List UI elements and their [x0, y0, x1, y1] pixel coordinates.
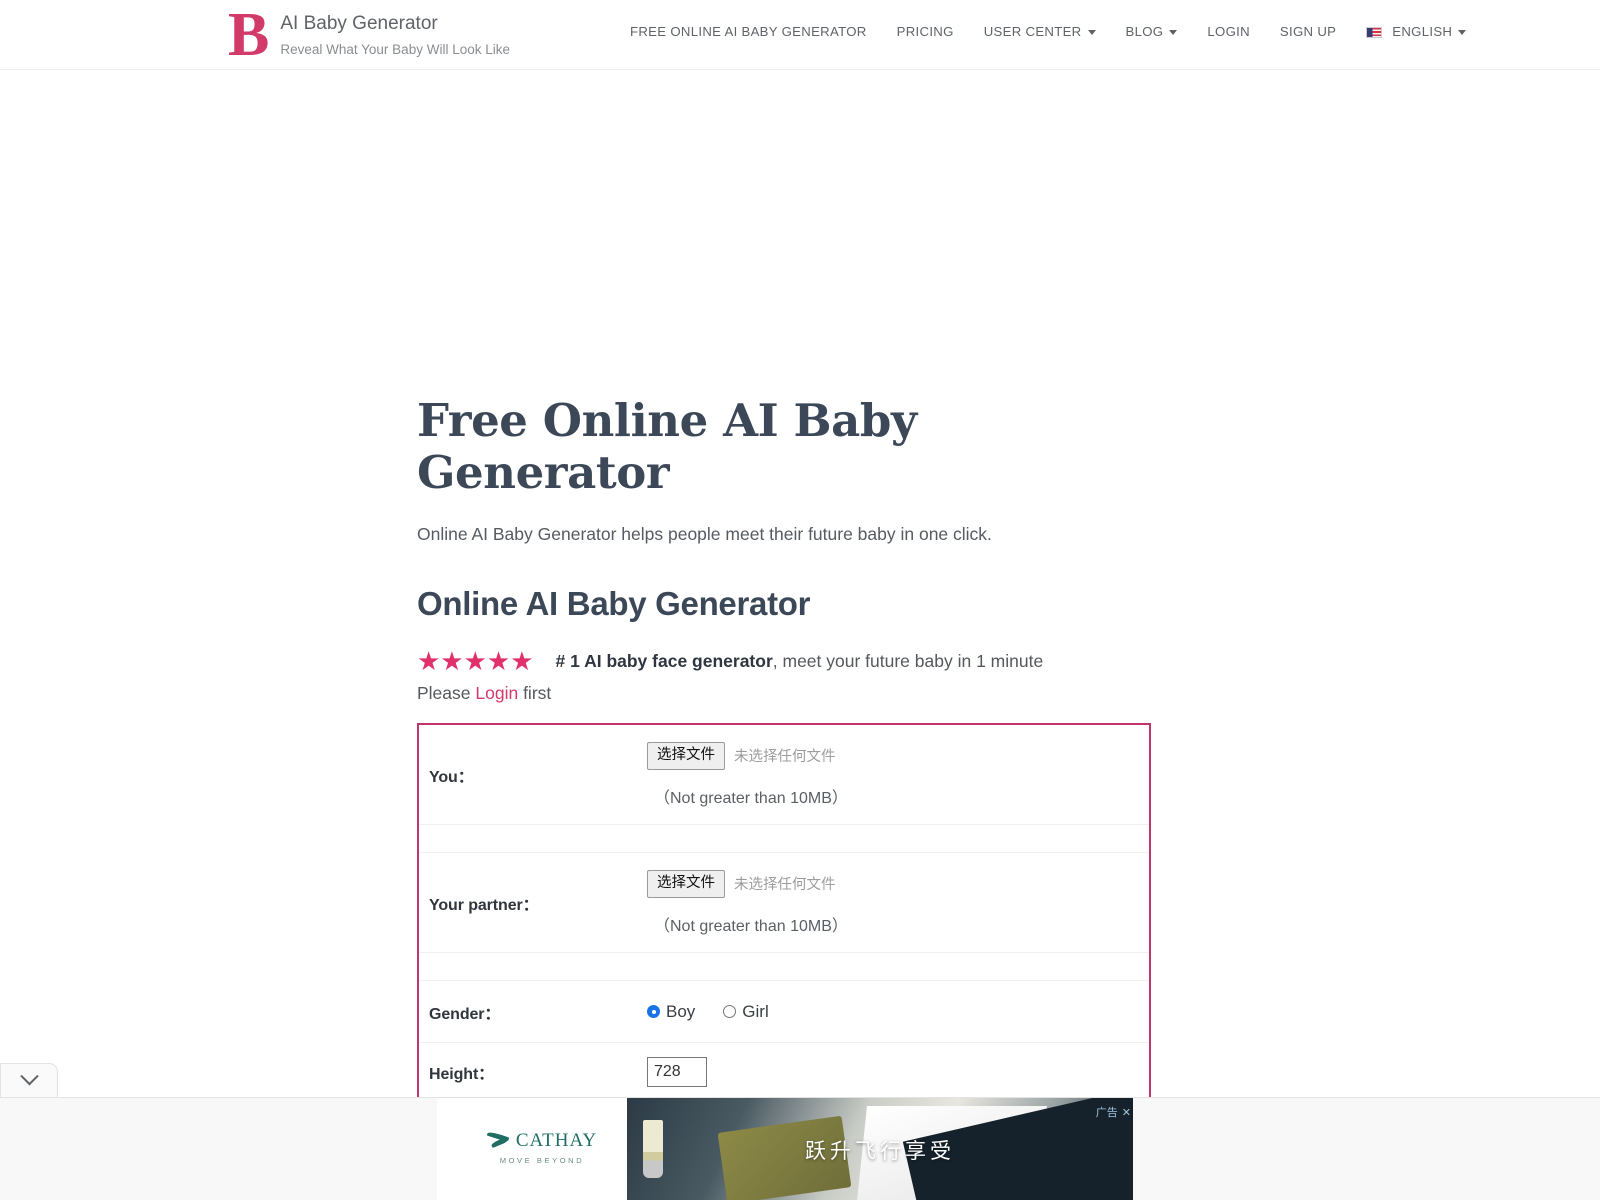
field-you-upload: 选择文件 未选择任何文件 （Not greater than 10MB）	[647, 741, 1149, 808]
gender-option-boy[interactable]: Boy	[647, 1002, 695, 1022]
rating-row: ★★★★★ # 1 AI baby face generator, meet y…	[417, 648, 1157, 674]
page-title: Free Online AI Baby Generator	[417, 394, 917, 499]
file-input-partner[interactable]: 选择文件 未选择任何文件	[647, 869, 1149, 898]
form-row-gender: Gender： Boy Girl	[419, 981, 1149, 1043]
choose-file-button[interactable]: 选择文件	[647, 869, 725, 898]
nav-label: FREE ONLINE AI BABY GENERATOR	[630, 24, 867, 39]
label-you: You：	[429, 768, 474, 786]
gender-radio-group: Boy Girl	[647, 1002, 1149, 1022]
label-gender: Gender：	[429, 1005, 501, 1023]
rating-tagline: # 1 AI baby face generator, meet your fu…	[556, 649, 1044, 673]
nav-item-free-online-ai-baby-generator[interactable]: FREE ONLINE AI BABY GENERATOR	[630, 24, 882, 39]
gender-option-girl[interactable]: Girl	[723, 1001, 769, 1022]
page-root: B AI Baby Generator Reveal What Your Bab…	[0, 0, 1600, 1200]
field-height	[647, 1056, 1149, 1087]
collapse-panel-tab[interactable]	[0, 1063, 58, 1097]
chevron-down-icon	[19, 1067, 39, 1086]
chevron-down-icon	[1169, 30, 1178, 35]
file-input-you[interactable]: 选择文件 未选择任何文件	[647, 741, 1149, 770]
ad-brand-name: CATHAY	[515, 1130, 598, 1151]
file-status-text: 未选择任何文件	[734, 877, 836, 893]
ad-creative-image[interactable]: 跃升飞行享受	[627, 1098, 1133, 1200]
nav-label: LOGIN	[1207, 24, 1250, 39]
brand-block[interactable]: B AI Baby Generator Reveal What Your Bab…	[228, 1, 510, 69]
ad-slot[interactable]: CATHAY MOVE BEYOND 跃升飞行享受 广告 ✕	[437, 1098, 1133, 1200]
page-lede: Online AI Baby Generator helps people me…	[417, 524, 992, 544]
brand-text: AI Baby Generator Reveal What Your Baby …	[280, 4, 510, 60]
chevron-down-icon	[1087, 30, 1096, 35]
choose-file-button[interactable]: 选择文件	[647, 741, 725, 770]
close-icon[interactable]: ✕	[1122, 1106, 1131, 1119]
section-title: Online AI Baby Generator	[417, 585, 811, 622]
form-row-you: You： 选择文件 未选择任何文件 （Not greater than 10MB…	[419, 725, 1149, 825]
nav-item-language-english[interactable]: ENGLISH	[1351, 24, 1481, 39]
login-link[interactable]: Login	[475, 683, 518, 703]
file-status-text: 未选择任何文件	[734, 749, 836, 765]
field-partner-upload: 选择文件 未选择任何文件 （Not greater than 10MB）	[647, 869, 1149, 936]
nav-item-sign-up[interactable]: SIGN UP	[1265, 24, 1351, 39]
nav-label: PRICING	[896, 24, 954, 39]
brand-title: AI Baby Generator	[280, 13, 438, 34]
form-row-divider	[419, 953, 1149, 981]
gender-option-label: Boy	[666, 1001, 696, 1021]
form-row-partner: Your partner： 选择文件 未选择任何文件 （Not greater …	[419, 853, 1149, 953]
nav-label: ENGLISH	[1392, 24, 1453, 39]
nav-item-user-center[interactable]: USER CENTER	[969, 24, 1111, 39]
nav-item-login[interactable]: LOGIN	[1192, 24, 1265, 39]
file-size-hint: （Not greater than 10MB）	[654, 789, 848, 807]
form-row-divider	[419, 825, 1149, 853]
cathay-brushwing-icon	[487, 1131, 509, 1151]
nav-item-blog[interactable]: BLOG	[1111, 24, 1193, 39]
nav-label: USER CENTER	[983, 24, 1082, 39]
us-flag-icon	[1366, 27, 1383, 38]
ad-advertiser-logo: CATHAY MOVE BEYOND	[467, 1130, 617, 1165]
chevron-down-icon	[1458, 30, 1467, 35]
label-your-partner: Your partner：	[429, 896, 539, 914]
ad-meta: 广告 ✕	[1096, 1104, 1131, 1120]
ad-brand-tagline: MOVE BEYOND	[499, 1156, 585, 1165]
login-notice-suffix: first	[518, 683, 552, 703]
radio-girl-icon[interactable]	[723, 1005, 737, 1018]
radio-boy-icon[interactable]	[647, 1005, 660, 1018]
rating-tagline-rest: , meet your future baby in 1 minute	[772, 651, 1044, 671]
file-size-hint: （Not greater than 10MB）	[654, 917, 848, 935]
field-gender: Boy Girl	[647, 1002, 1149, 1022]
brand-subtitle: Reveal What Your Baby Will Look Like	[280, 42, 510, 57]
nav-label: BLOG	[1125, 24, 1164, 39]
height-input[interactable]	[647, 1056, 707, 1087]
rating-tagline-bold: # 1 AI baby face generator	[555, 651, 773, 671]
main-nav: FREE ONLINE AI BABY GENERATOR PRICING US…	[630, 24, 1481, 39]
ad-overlay-bar: CATHAY MOVE BEYOND 跃升飞行享受 广告 ✕	[0, 1097, 1600, 1200]
login-notice: Please Login first	[417, 680, 1157, 706]
nav-item-pricing[interactable]: PRICING	[882, 24, 969, 39]
logo-icon: B	[228, 1, 269, 69]
ad-label: 广告	[1095, 1106, 1118, 1119]
form-row-height: Height：	[419, 1043, 1149, 1101]
login-notice-prefix: Please	[417, 683, 476, 703]
generator-form: You： 选择文件 未选择任何文件 （Not greater than 10MB…	[417, 723, 1151, 1161]
site-header: B AI Baby Generator Reveal What Your Bab…	[0, 0, 1600, 70]
ad-logo-row: CATHAY	[487, 1130, 597, 1152]
content-column: Free Online AI Baby Generator Online AI …	[417, 70, 1157, 1200]
gender-option-label: Girl	[742, 1001, 769, 1021]
ad-headline: 跃升飞行享受	[805, 1138, 955, 1163]
nav-label: SIGN UP	[1279, 24, 1337, 39]
label-height: Height：	[429, 1065, 495, 1083]
star-rating-icon: ★★★★★	[417, 646, 534, 676]
